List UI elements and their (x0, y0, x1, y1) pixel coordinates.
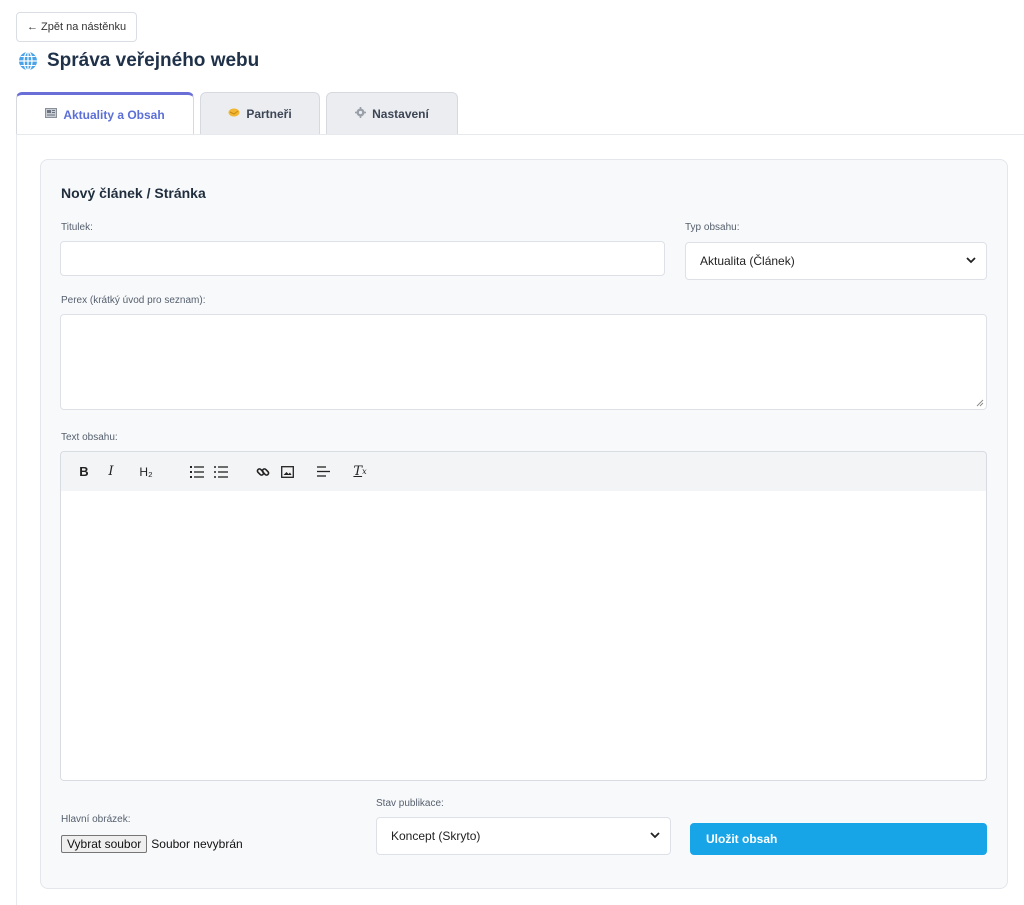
link-icon[interactable] (255, 462, 271, 482)
tab-label: Aktuality a Obsah (63, 107, 165, 122)
chevron-down-icon (966, 255, 976, 267)
page-title-text: Správa veřejného webu (47, 50, 260, 71)
tab-label: Nastavení (372, 106, 429, 121)
publish-status-select[interactable]: Koncept (Skryto) (376, 817, 671, 855)
tab-partners[interactable]: Partneři (200, 92, 320, 134)
content-label: Text obsahu: (61, 432, 118, 443)
chevron-down-icon (650, 830, 660, 842)
save-content-button[interactable]: Uložit obsah (690, 823, 987, 855)
resize-grip-icon[interactable] (976, 399, 984, 407)
tab-bar: Aktuality a Obsah Partneři Nastavení (16, 92, 464, 134)
image-icon[interactable] (279, 462, 295, 482)
perex-label: Perex (krátký úvod pro seznam): (61, 295, 206, 306)
gear-icon (355, 106, 367, 121)
newspaper-icon (45, 108, 58, 121)
main-image-label: Hlavní obrázek: (61, 814, 131, 825)
clear-format-label: T (353, 464, 363, 479)
heading-button[interactable]: H₂ (135, 462, 157, 482)
publish-status-label: Stav publikace: (376, 798, 444, 809)
file-status: Soubor nevybrán (151, 837, 243, 851)
italic-button[interactable]: I (105, 462, 117, 482)
title-label: Titulek: (61, 222, 93, 233)
content-type-label: Typ obsahu: (685, 222, 740, 233)
content-type-select[interactable]: Aktualita (Článek) (685, 242, 987, 280)
page-title: Správa veřejného webu (18, 50, 259, 72)
tab-settings[interactable]: Nastavení (326, 92, 458, 134)
content-editor[interactable] (60, 491, 987, 781)
handshake-icon (228, 107, 240, 120)
title-input[interactable] (60, 241, 665, 276)
editor-toolbar: B I H₂ Tx (60, 451, 987, 492)
file-picker: Vybrat soubor Soubor nevybrán (61, 835, 243, 853)
perex-textarea[interactable] (60, 314, 987, 410)
choose-file-button[interactable]: Vybrat soubor (61, 835, 148, 853)
bold-button[interactable]: B (77, 462, 91, 482)
align-icon[interactable] (315, 462, 331, 482)
form-heading: Nový článek / Stránka (61, 185, 206, 201)
globe-icon (19, 51, 37, 71)
bullet-list-icon[interactable] (213, 462, 229, 482)
tab-label: Partneři (246, 106, 292, 121)
clear-format-button[interactable]: Tx (351, 462, 369, 482)
ordered-list-icon[interactable] (189, 462, 205, 482)
content-type-value: Aktualita (Článek) (700, 254, 795, 268)
publish-status-value: Koncept (Skryto) (391, 829, 481, 843)
back-to-dashboard-button[interactable]: ← Zpět na nástěnku (16, 12, 138, 42)
tab-news-content[interactable]: Aktuality a Obsah (16, 92, 194, 134)
